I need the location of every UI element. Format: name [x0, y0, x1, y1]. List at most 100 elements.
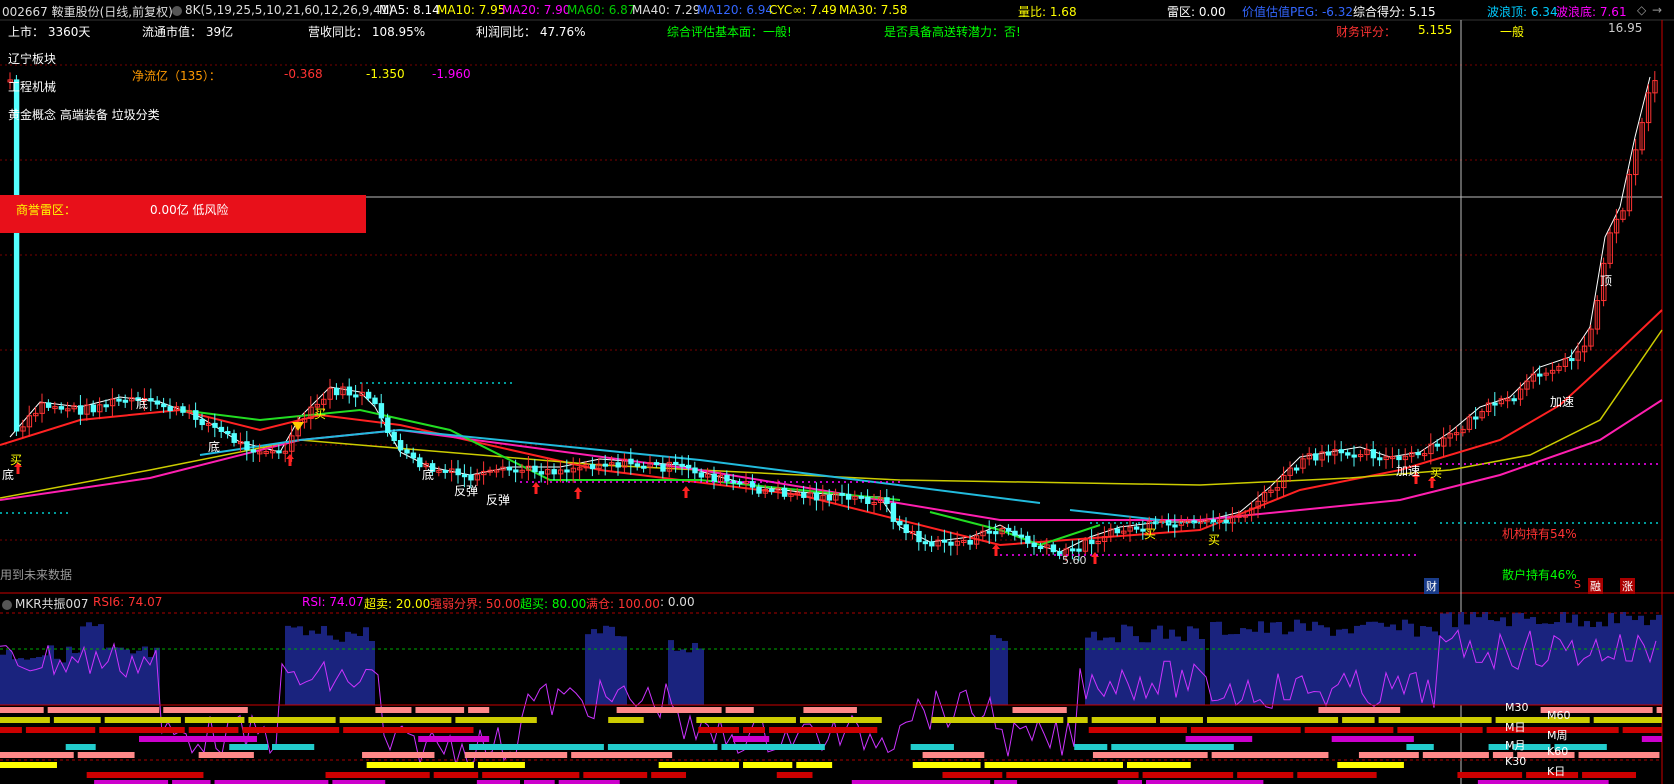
signal-row-segment — [912, 762, 981, 768]
volume-bar — [1210, 622, 1216, 705]
thunder-zone: 雷区: 0.00 — [1167, 5, 1226, 19]
volume-bar — [1085, 637, 1091, 705]
volume-bar — [1500, 617, 1506, 705]
wave-top: 波浪顶: 6.34 — [1487, 5, 1558, 19]
volume-bar — [118, 647, 124, 705]
signal-row-segment — [375, 707, 412, 713]
mkr-indicator-panel — [0, 612, 1662, 784]
candle — [1076, 548, 1082, 552]
candle — [1396, 456, 1402, 461]
buy-arrow-icon — [1091, 552, 1099, 564]
volume-bar — [1234, 634, 1240, 705]
volume-bar — [60, 662, 66, 705]
volume-bar — [1524, 618, 1530, 705]
candle — [1370, 449, 1377, 459]
volume-bar — [303, 635, 309, 705]
chart-annotation: 底 — [208, 440, 221, 454]
volume-bar — [1464, 624, 1470, 705]
full-position-value: 满仓: 100.00 — [586, 597, 660, 611]
candle — [685, 464, 692, 469]
candle — [781, 487, 788, 497]
chart-annotation: 买 — [314, 407, 327, 421]
candle — [333, 387, 340, 396]
stock-title[interactable]: 002667 鞍重股份(日线,前复权) — [2, 3, 173, 20]
volume-bar — [680, 649, 686, 705]
candle — [276, 450, 282, 454]
volume-bar — [609, 626, 615, 705]
signal-row-segment — [99, 727, 185, 733]
candle — [77, 405, 84, 415]
candle — [468, 474, 474, 481]
tag-up[interactable]: 涨 — [1620, 578, 1635, 594]
volume-bar — [1452, 627, 1458, 705]
arrow-icon[interactable]: → — [1652, 3, 1662, 17]
signal-row-segment — [468, 707, 490, 713]
signal-row-segment — [172, 780, 211, 784]
transfer-potential: 是否具备高送转潜力：否! — [884, 25, 1021, 39]
listed-days: 上市： 3360天 — [8, 25, 91, 39]
price-high-label: 16.95 — [1608, 21, 1643, 35]
diamond-icon[interactable]: ◇ — [1637, 3, 1646, 17]
signal-row-segment — [616, 707, 722, 713]
signal-row-segment — [1160, 717, 1203, 723]
signal-row-segment — [910, 744, 954, 750]
candle — [225, 431, 231, 435]
signal-row-segment — [1331, 736, 1414, 742]
sub-indicator-name[interactable]: MKR共振007 — [2, 595, 88, 612]
score-value: 综合得分: 5.15 — [1353, 5, 1436, 19]
volume-bar — [1115, 642, 1121, 705]
candle — [801, 492, 807, 498]
volume-bar — [92, 626, 98, 705]
candle — [897, 520, 903, 526]
candle — [506, 466, 513, 471]
signal-row-segment — [139, 736, 258, 742]
signal-row-segment — [418, 736, 490, 742]
volume-bar — [72, 653, 78, 705]
sub-row-label: K30 — [1505, 755, 1527, 768]
main-chart-canvas[interactable] — [0, 0, 1674, 784]
signal-row-segment — [658, 762, 740, 768]
finance-tag[interactable]: 财 — [1424, 578, 1439, 594]
candle — [1089, 539, 1095, 545]
indicator-params[interactable]: 8K(5,19,25,5,10,21,60,12,26,9,41) — [172, 3, 393, 17]
buy-arrow-icon — [682, 486, 690, 498]
signal-row-segment — [1477, 780, 1609, 784]
signal-row-segment — [1142, 772, 1234, 778]
oversell-value: 超卖: 20.00 — [364, 597, 431, 611]
cyc-value: CYC∞: 7.49 — [769, 3, 837, 17]
volume-bar — [66, 646, 72, 705]
candle — [698, 472, 705, 478]
candle — [212, 422, 218, 428]
volume-bar — [1121, 624, 1127, 705]
signal-row-segment — [0, 717, 50, 723]
signal-row-segment — [524, 780, 555, 784]
sector-liaoning[interactable]: 辽宁板块 — [8, 50, 56, 67]
volume-bar — [1584, 621, 1590, 705]
sector-machinery[interactable]: 工程机械 — [8, 78, 56, 95]
candle — [737, 481, 743, 485]
signal-row-segment — [851, 780, 991, 784]
settings-icon[interactable] — [172, 5, 182, 16]
signal-row-segment — [1342, 717, 1375, 723]
chart-annotation: 反弹 — [486, 493, 511, 507]
candle — [455, 468, 461, 476]
tag-margin[interactable]: 融 — [1588, 578, 1603, 594]
candle — [58, 406, 65, 410]
volume-bar — [142, 646, 148, 705]
candle — [250, 449, 257, 453]
candle — [167, 406, 173, 412]
candle — [711, 473, 717, 483]
volume-bar — [692, 642, 698, 705]
sector-concepts[interactable]: 黄金概念 高端装备 垃圾分类 — [8, 106, 160, 123]
goodwill-label: 商誉雷区： — [16, 203, 77, 217]
settings-icon[interactable] — [2, 599, 12, 610]
candle — [826, 494, 833, 501]
volume-bar — [1560, 612, 1566, 705]
header-bar: 002667 鞍重股份(日线,前复权) 8K(5,19,25,5,10,21,6… — [0, 0, 1674, 20]
volume-bar — [1614, 623, 1620, 705]
signal-row-segment — [1582, 772, 1637, 778]
signal-row-segment — [1457, 772, 1523, 778]
signal-row-segment — [1622, 727, 1662, 733]
volume-bar — [1566, 622, 1572, 705]
volume-bar — [1390, 624, 1396, 705]
